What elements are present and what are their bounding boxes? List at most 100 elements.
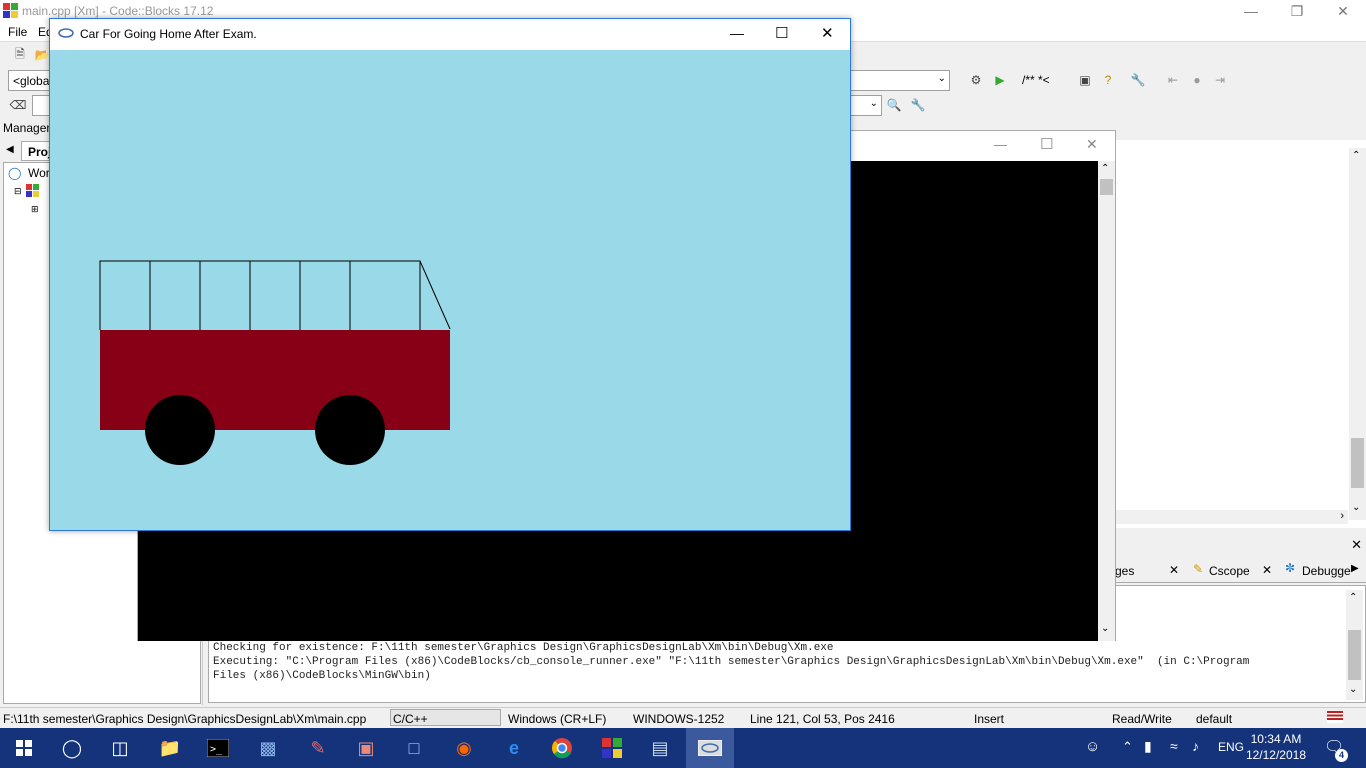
svg-text:>_: >_ <box>210 744 223 755</box>
help-icon[interactable]: ? <box>1098 70 1118 90</box>
editor-scroll-thumb[interactable] <box>1351 438 1364 488</box>
console-scrollbar[interactable]: ⌃ ⌄ <box>1098 161 1115 641</box>
console-minimize-icon[interactable]: — <box>994 137 1007 152</box>
show-hidden-icons[interactable]: ⌃ <box>1122 739 1133 755</box>
tab-projects[interactable]: Proj <box>21 141 51 161</box>
menu-file[interactable]: File <box>8 25 27 39</box>
graphics-maximize-icon[interactable]: ☐ <box>775 24 788 42</box>
find-options-icon[interactable]: 🔧 <box>908 95 928 115</box>
close-tab-icon[interactable]: ✕ <box>1169 563 1179 577</box>
restore-icon[interactable]: ❐ <box>1274 0 1320 22</box>
workspace-icon: ◯ <box>8 166 22 180</box>
battery-icon[interactable]: ▮ <box>1144 738 1152 755</box>
symbol-combo[interactable]: ⌄ <box>850 70 950 91</box>
edge-icon[interactable]: e <box>490 728 538 768</box>
bus-window-frame <box>99 260 451 330</box>
tab-scroll-left-icon[interactable]: ◀ <box>6 144 14 155</box>
volume-icon[interactable]: ♪ <box>1192 738 1199 754</box>
status-mode: Insert <box>974 712 1005 726</box>
editor-vscrollbar[interactable]: ⌃ ⌄ <box>1349 148 1366 520</box>
editor-hscrollbar[interactable]: › <box>1116 510 1348 524</box>
log-scroll-thumb[interactable] <box>1348 630 1361 680</box>
tab-cscope[interactable]: Cscope <box>1209 564 1250 578</box>
flag-icon <box>1327 711 1343 723</box>
jump-back-icon[interactable]: ⇤ <box>1163 70 1183 90</box>
scroll-down-icon[interactable]: ⌄ <box>1352 502 1360 513</box>
cscope-icon: ✎ <box>1193 562 1204 576</box>
app-icon-6[interactable]: □ <box>390 728 438 768</box>
console-close-icon[interactable]: ✕ <box>1086 136 1098 153</box>
app-icon-5[interactable]: ▣ <box>342 728 390 768</box>
graphics-minimize-icon[interactable]: — <box>730 25 744 41</box>
command-prompt-icon[interactable]: >_ <box>194 728 242 768</box>
app-icon <box>58 27 74 42</box>
close-icon[interactable]: ✕ <box>1320 0 1366 22</box>
chevron-down-icon: ⌄ <box>937 73 946 84</box>
console-maximize-icon[interactable]: ☐ <box>1040 135 1053 153</box>
new-file-icon[interactable]: 🗎 <box>10 45 30 65</box>
tab-debugger[interactable]: Debugge <box>1302 564 1351 578</box>
scroll-up-icon[interactable]: ⌃ <box>1101 163 1109 174</box>
input-language[interactable]: ENG <box>1218 740 1244 754</box>
clock[interactable]: 10:34 AM 12/12/2018 <box>1246 731 1306 763</box>
status-language: C/C++ <box>390 709 501 726</box>
graphics-canvas <box>50 50 850 530</box>
taskbar: ◯ ◫ 📁 >_ ▩ ✎ ▣ □ ◉ e ▤ ☺ ⌃ ▮ ≈ ♪ ENG 10:… <box>0 728 1366 768</box>
doxy-icon[interactable]: ▣ <box>1075 70 1095 90</box>
codeblocks-taskbar-icon[interactable] <box>588 728 636 768</box>
clear-search-icon[interactable]: ⌫ <box>8 95 28 115</box>
chrome-icon[interactable] <box>538 728 586 768</box>
console-scroll-thumb[interactable] <box>1100 179 1113 195</box>
front-wheel <box>145 395 215 465</box>
minimize-icon[interactable]: — <box>1228 0 1274 22</box>
workspace-label[interactable]: Wor <box>28 166 50 180</box>
find-icon[interactable]: 🔍 <box>884 95 904 115</box>
codeblocks-app-icon <box>3 3 18 18</box>
log-vscrollbar[interactable]: ⌃ ⌄ <box>1346 590 1363 700</box>
file-explorer-icon[interactable]: 📁 <box>146 728 194 768</box>
status-access: Read/Write <box>1112 712 1172 726</box>
paint-icon[interactable]: ✎ <box>294 728 342 768</box>
jump-forward-icon[interactable]: ⇥ <box>1210 70 1230 90</box>
status-position: Line 121, Col 53, Pos 2416 <box>750 712 895 726</box>
tree-collapse-icon[interactable]: ⊟ <box>14 186 22 197</box>
close-tab-icon[interactable]: ✕ <box>1262 563 1272 577</box>
app-icon-11[interactable]: ▤ <box>636 728 684 768</box>
editor-area[interactable]: ⌃ ⌄ › <box>1115 140 1366 528</box>
bookmark-icon[interactable]: ● <box>1187 70 1207 90</box>
logs-tab-strip: ges ✕ ✎ Cscope ✕ ✼ Debugge ▶ <box>1115 559 1366 583</box>
comment-icon[interactable]: /** *< <box>1022 73 1050 87</box>
people-icon[interactable]: ☺ <box>1085 738 1100 755</box>
app-icon-3[interactable]: ▩ <box>244 728 292 768</box>
windows-start-icon[interactable] <box>0 728 48 768</box>
build-icon[interactable]: ⚙ <box>966 70 986 90</box>
tree-expand-icon[interactable]: ⊞ <box>31 204 39 215</box>
run-icon[interactable]: ▶ <box>990 70 1010 90</box>
graphics-window: Car For Going Home After Exam. — ☐ ✕ <box>49 18 851 531</box>
wrench-icon[interactable]: 🔧 <box>1128 70 1148 90</box>
graphics-close-icon[interactable]: ✕ <box>821 24 834 42</box>
firefox-icon[interactable]: ◉ <box>440 728 488 768</box>
task-view-icon[interactable]: ◫ <box>96 728 144 768</box>
scroll-down-icon[interactable]: ⌄ <box>1101 623 1109 634</box>
scroll-down-icon[interactable]: ⌄ <box>1349 684 1357 695</box>
cortana-search-icon[interactable]: ◯ <box>48 728 96 768</box>
bus-drawing <box>99 260 451 465</box>
status-bar: F:\11th semester\Graphics Design\Graphic… <box>0 707 1366 728</box>
scroll-right-icon[interactable]: › <box>1340 510 1344 522</box>
log-line: Executing: "C:\Program Files (x86)\CodeB… <box>213 656 1250 668</box>
close-logs-icon[interactable]: ✕ <box>1351 537 1362 553</box>
project-icon <box>26 184 40 201</box>
status-eol: Windows (CR+LF) <box>508 712 607 726</box>
log-line: Files (x86)\CodeBlocks\MinGW\bin) <box>213 670 431 682</box>
scroll-up-icon[interactable]: ⌃ <box>1352 150 1360 161</box>
tab-messages[interactable]: ges <box>1115 564 1134 578</box>
scope-combo[interactable]: <global <box>8 70 52 91</box>
tab-scroll-right-icon[interactable]: ▶ <box>1351 563 1359 574</box>
wifi-icon[interactable]: ≈ <box>1170 738 1178 754</box>
graphics-title-bar: Car For Going Home After Exam. — ☐ ✕ <box>50 19 850 50</box>
clock-time: 10:34 AM <box>1250 732 1302 746</box>
graphics-app-taskbar-icon[interactable] <box>686 728 734 768</box>
scroll-up-icon[interactable]: ⌃ <box>1349 592 1357 603</box>
search-history-combo[interactable]: ⌄ <box>850 95 882 116</box>
